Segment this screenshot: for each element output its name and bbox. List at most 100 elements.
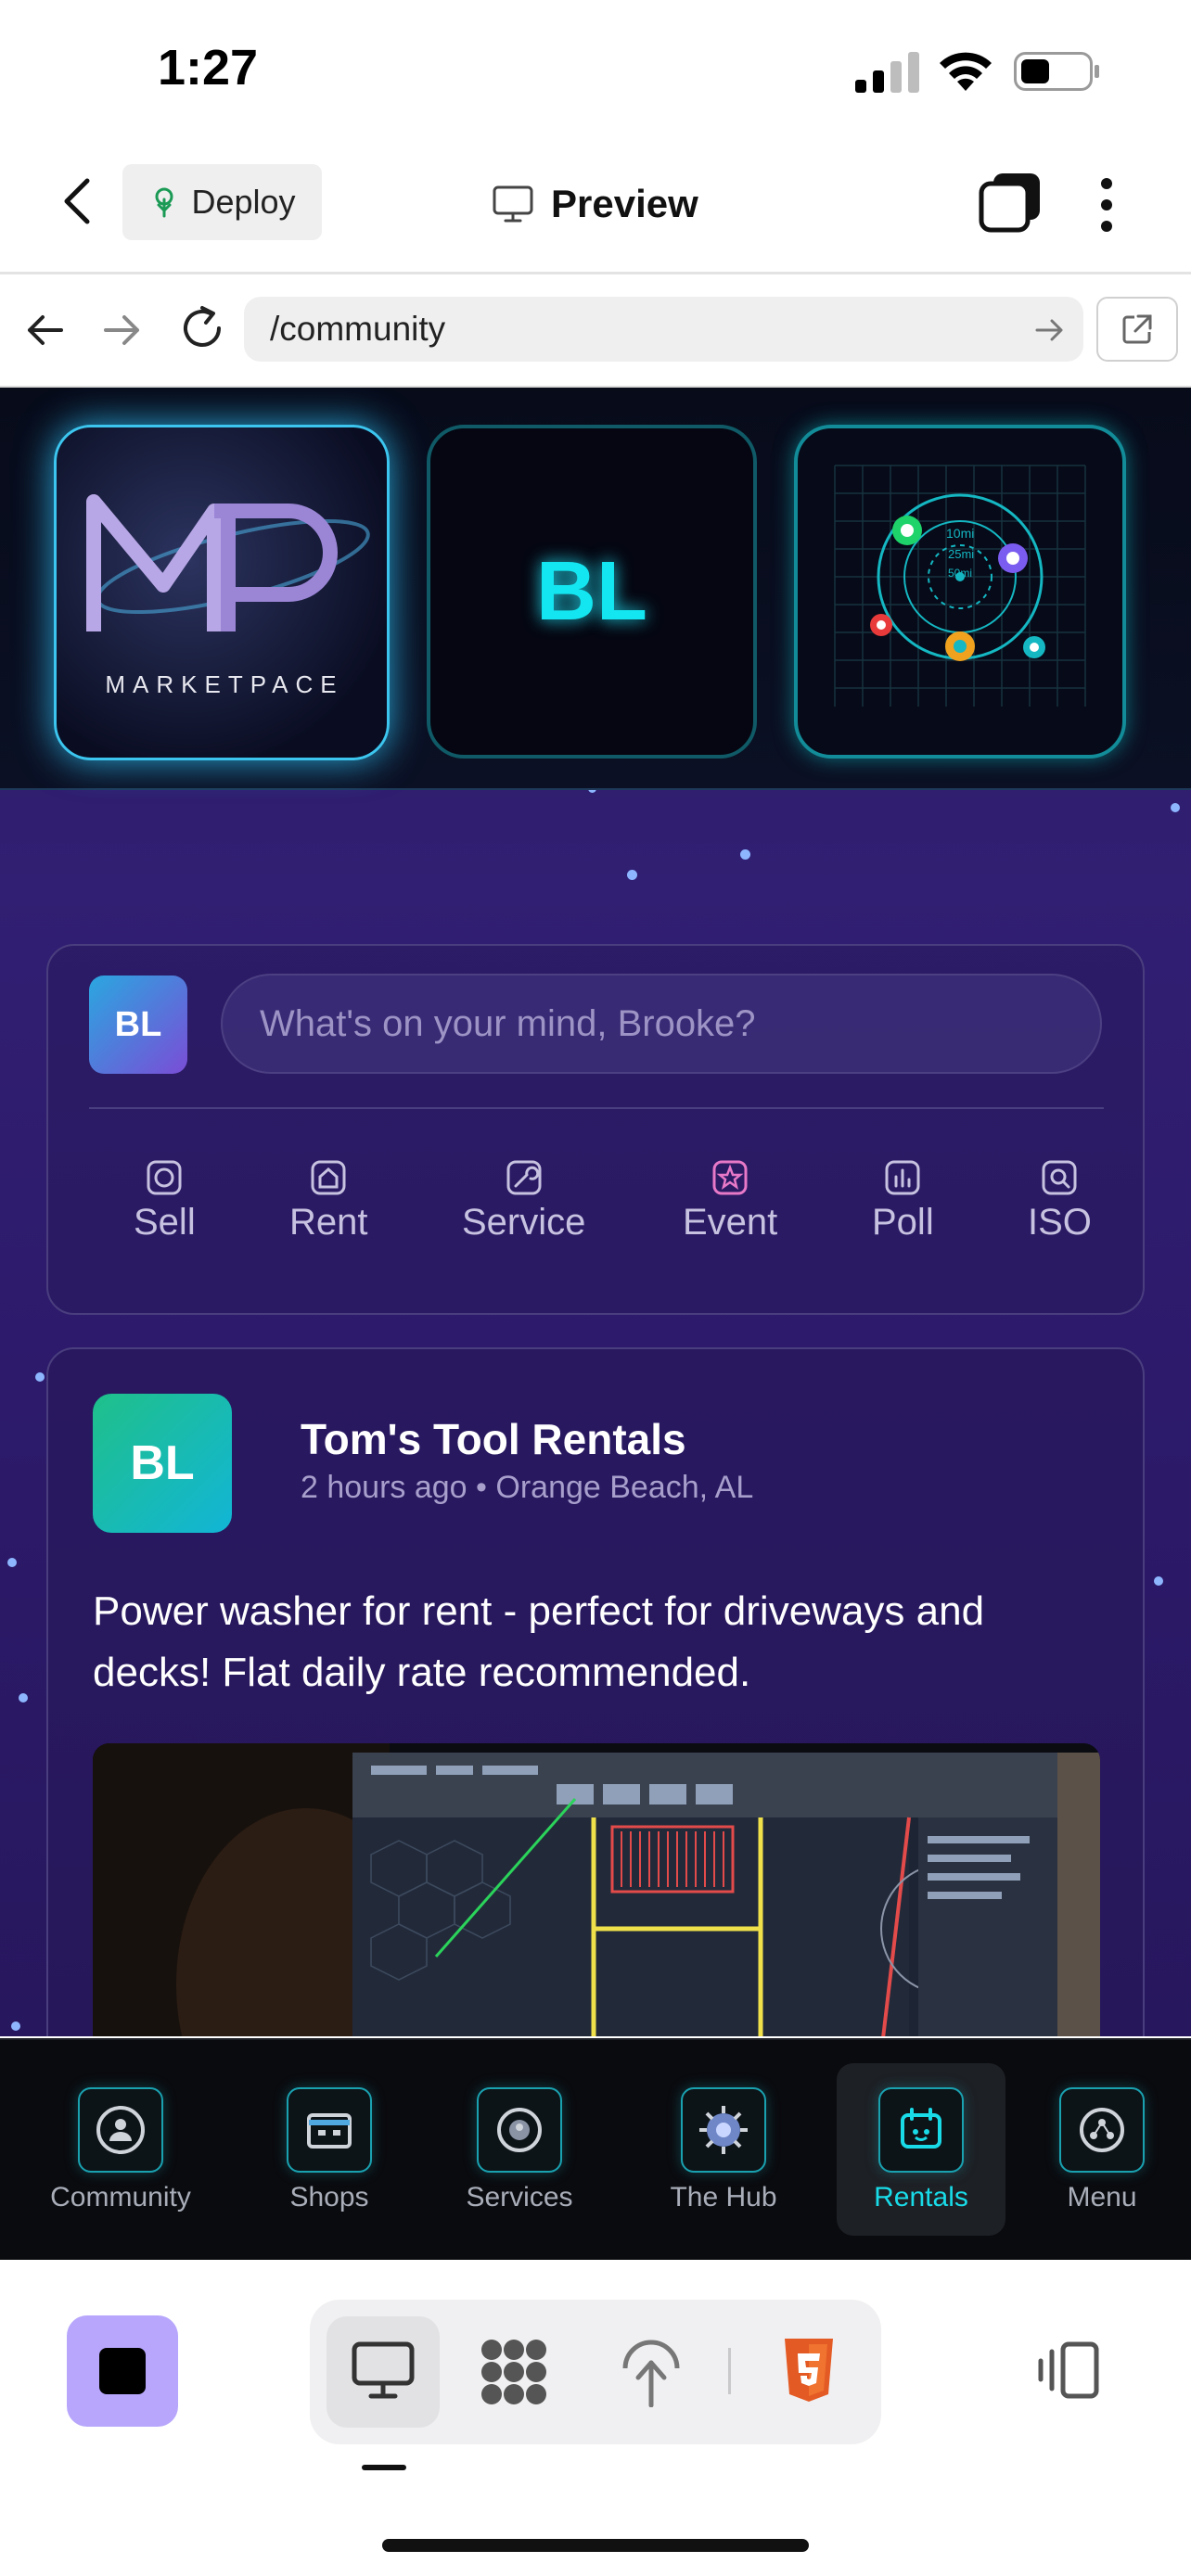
post-image[interactable] bbox=[93, 1743, 1100, 2036]
tab-services[interactable]: Services bbox=[427, 2040, 612, 2260]
post-author[interactable]: Tom's Tool Rentals bbox=[301, 1414, 686, 1464]
action-poll[interactable]: Poll bbox=[872, 1159, 934, 1243]
tab-services-label: Services bbox=[466, 2181, 573, 2213]
view-switcher-divider bbox=[728, 2348, 731, 2394]
preview-title: Preview bbox=[492, 172, 698, 236]
tab-rentals[interactable]: Rentals bbox=[837, 2040, 1005, 2260]
meta-separator: • bbox=[476, 1470, 496, 1505]
stop-button[interactable] bbox=[67, 2315, 178, 2427]
tab-shops[interactable]: Shops bbox=[241, 2040, 417, 2260]
tab-the-hub-label: The Hub bbox=[670, 2181, 777, 2213]
map-label-25mi: 25mi bbox=[948, 547, 974, 561]
browser-forward-icon[interactable] bbox=[98, 302, 147, 358]
house-icon bbox=[311, 1160, 346, 1195]
post-location: Orange Beach, AL bbox=[495, 1470, 754, 1505]
poll-icon bbox=[885, 1160, 920, 1195]
url-field[interactable]: /community bbox=[244, 297, 1083, 362]
action-service[interactable]: Service bbox=[462, 1159, 585, 1243]
star-dot bbox=[35, 1372, 45, 1382]
html5-icon[interactable] bbox=[781, 2337, 837, 2404]
back-button[interactable] bbox=[52, 172, 104, 231]
deploy-button[interactable]: Deploy bbox=[122, 164, 322, 240]
tab-community[interactable]: Community bbox=[19, 2040, 223, 2260]
post-composer: BL What's on your mind, Brooke? Sell Ren… bbox=[46, 944, 1145, 1315]
post-card: BL Tom's Tool Rentals 2 hours ago • Oran… bbox=[46, 1347, 1145, 2036]
mp-logo-icon bbox=[86, 494, 370, 631]
logo-wordmark: MARKETPACE bbox=[105, 670, 344, 698]
services-icon bbox=[477, 2086, 562, 2173]
tab-rentals-label: Rentals bbox=[874, 2181, 968, 2213]
action-rent[interactable]: Rent bbox=[289, 1159, 368, 1243]
star-dot bbox=[11, 2021, 20, 2031]
author-avatar-initials: BL bbox=[130, 1436, 195, 1490]
author-avatar[interactable]: BL bbox=[93, 1394, 232, 1533]
user-avatar-initials: BL bbox=[114, 1004, 162, 1044]
wifi-icon bbox=[940, 52, 992, 91]
tab-the-hub[interactable]: The Hub bbox=[631, 2040, 816, 2260]
map-label-10mi: 10mi bbox=[946, 526, 974, 541]
shop-icon bbox=[287, 2086, 372, 2173]
home-indicator bbox=[382, 2539, 809, 2552]
star-dot bbox=[7, 1558, 17, 1567]
deploy-tree-icon[interactable] bbox=[620, 2335, 683, 2407]
grid-pattern-icon[interactable] bbox=[479, 2337, 549, 2407]
marketpace-logo-tile[interactable]: MARKETPACE bbox=[54, 425, 390, 760]
reload-icon[interactable] bbox=[174, 300, 230, 356]
action-iso-label: ISO bbox=[1028, 1202, 1092, 1243]
action-sell[interactable]: Sell bbox=[134, 1159, 196, 1243]
desktop-view-icon[interactable] bbox=[351, 2340, 416, 2402]
map-label-50mi: 50mi bbox=[948, 567, 972, 580]
action-event[interactable]: Event bbox=[683, 1159, 777, 1243]
action-iso[interactable]: ISO bbox=[1028, 1159, 1092, 1243]
tab-shops-label: Shops bbox=[289, 2181, 369, 2213]
star-dot bbox=[1171, 803, 1180, 812]
hub-icon bbox=[681, 2086, 766, 2173]
action-event-label: Event bbox=[683, 1202, 778, 1243]
hero-banner: MARKETPACE BL 10mi 25mi 50mi bbox=[0, 388, 1191, 790]
composer-divider bbox=[89, 1107, 1104, 1109]
more-options-icon[interactable] bbox=[1090, 174, 1123, 236]
active-indicator bbox=[362, 2465, 406, 2470]
status-time: 1:27 bbox=[158, 40, 259, 96]
tabs-icon[interactable] bbox=[979, 172, 1042, 235]
wrench-icon bbox=[506, 1160, 542, 1195]
star-icon bbox=[712, 1160, 748, 1195]
star-dot bbox=[1154, 1576, 1163, 1586]
deploy-icon bbox=[155, 187, 173, 218]
action-poll-label: Poll bbox=[872, 1202, 934, 1243]
stop-icon bbox=[99, 2348, 146, 2394]
radius-map-tile[interactable]: 10mi 25mi 50mi bbox=[794, 425, 1126, 759]
tab-menu[interactable]: Menu bbox=[1020, 2040, 1184, 2260]
menu-icon bbox=[1059, 2086, 1145, 2173]
url-text: /community bbox=[270, 310, 446, 348]
tag-icon bbox=[147, 1160, 182, 1195]
search-icon bbox=[1042, 1160, 1077, 1195]
web-content: MARKETPACE BL 10mi 25mi 50mi BL What's o… bbox=[0, 388, 1191, 2036]
star-dot bbox=[740, 849, 750, 860]
bottom-tab-bar: Community Shops Services The Hub Rentals… bbox=[0, 2038, 1191, 2260]
initials-tile[interactable]: BL bbox=[427, 425, 757, 759]
action-sell-label: Sell bbox=[134, 1202, 196, 1243]
tab-community-label: Community bbox=[50, 2181, 191, 2213]
post-body: Power washer for rent - perfect for driv… bbox=[93, 1588, 985, 1695]
rentals-icon bbox=[878, 2086, 964, 2173]
open-external-button[interactable] bbox=[1096, 297, 1178, 362]
star-dot bbox=[627, 870, 637, 880]
cad-drawing-image bbox=[93, 1743, 1100, 2036]
tab-menu-label: Menu bbox=[1067, 2181, 1137, 2213]
composer-input[interactable]: What's on your mind, Brooke? bbox=[221, 974, 1102, 1074]
post-meta: 2 hours ago • Orange Beach, AL bbox=[301, 1470, 753, 1506]
composer-placeholder: What's on your mind, Brooke? bbox=[260, 1002, 756, 1044]
radius-map-graphic: 10mi 25mi 50mi bbox=[834, 465, 1086, 707]
monitor-icon bbox=[493, 185, 533, 223]
url-go-icon[interactable] bbox=[1031, 312, 1069, 349]
star-dot bbox=[19, 1693, 28, 1702]
initials-text: BL bbox=[536, 544, 647, 638]
post-time: 2 hours ago bbox=[301, 1470, 467, 1505]
deploy-label: Deploy bbox=[191, 183, 296, 221]
browser-back-icon[interactable] bbox=[20, 302, 69, 358]
external-link-icon bbox=[1122, 314, 1152, 344]
action-service-label: Service bbox=[462, 1202, 586, 1243]
user-avatar[interactable]: BL bbox=[89, 976, 187, 1074]
device-switch-icon[interactable] bbox=[1035, 2340, 1102, 2400]
